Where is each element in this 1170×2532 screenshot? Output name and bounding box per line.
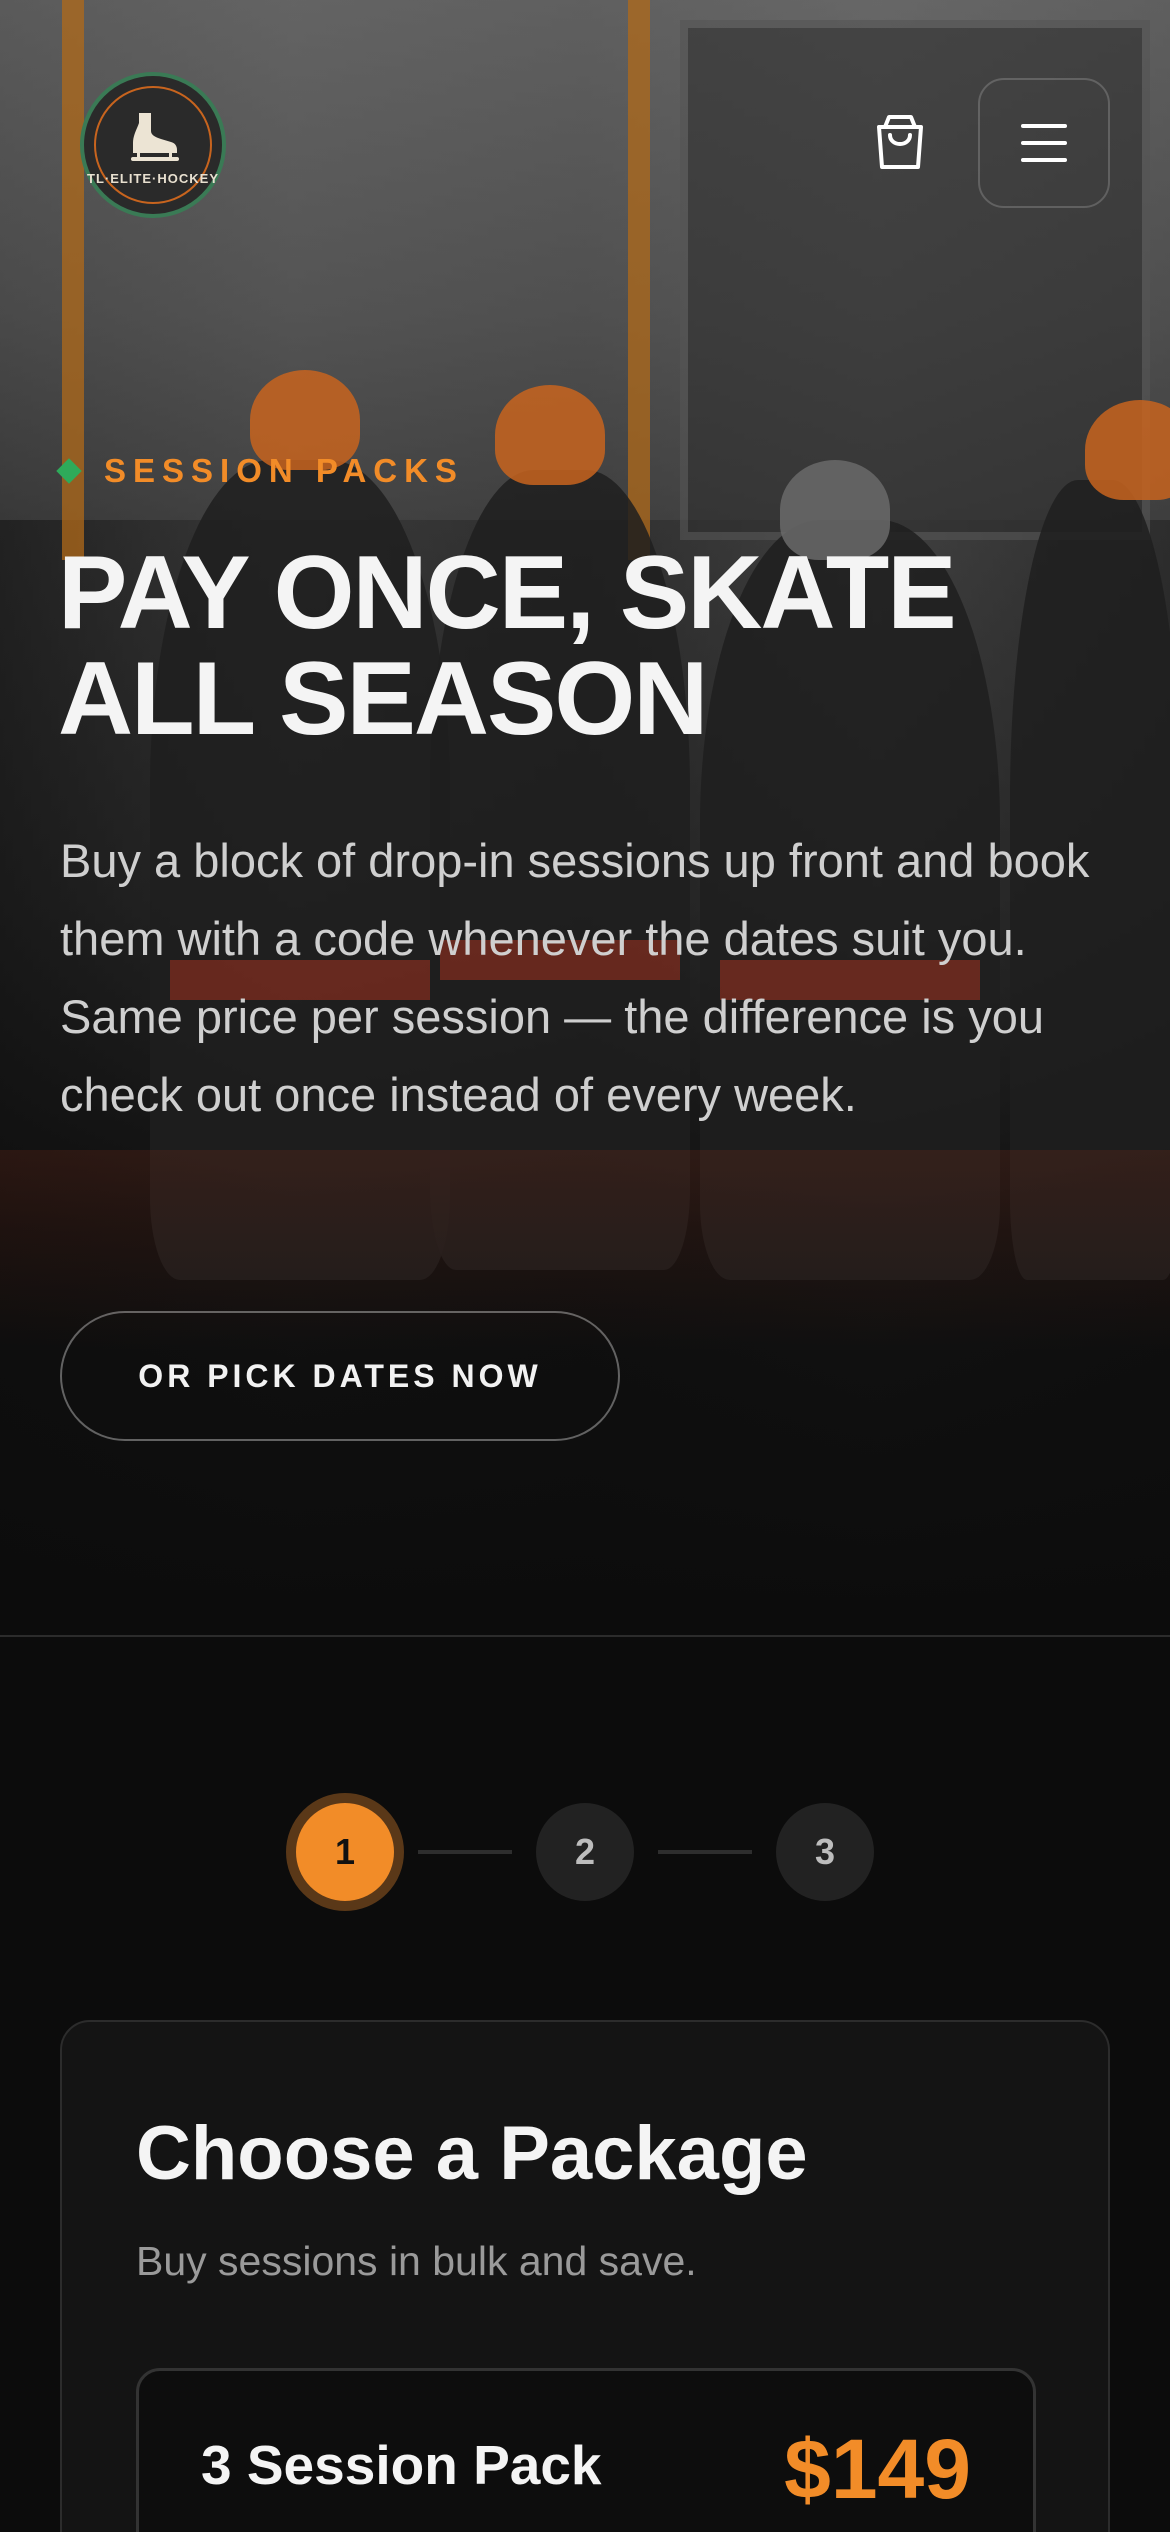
package-price: $149 [784, 2422, 971, 2516]
eyebrow-text: SESSION PACKS [104, 452, 464, 489]
eyebrow: SESSION PACKS [56, 452, 464, 490]
hero-background-post [628, 0, 650, 560]
page-title: PAY ONCE, SKATE ALL SEASON [58, 535, 957, 757]
menu-button[interactable] [978, 78, 1110, 208]
package-subtitle: Buy sessions in bulk and save. [136, 2238, 697, 2284]
shopping-bag-icon [877, 115, 923, 169]
checkout-stepper: 1 2 3 [0, 1793, 1170, 1913]
hero-description: Buy a block of drop-in sessions up front… [60, 834, 1090, 1121]
hero-photo-helmet [495, 385, 605, 485]
site-logo[interactable]: TL·ELITE·HOCKEY [80, 72, 226, 218]
cart-button[interactable] [868, 110, 932, 174]
package-option[interactable]: 3 Session Pack $149 [136, 2368, 1036, 2532]
logo-ring: TL·ELITE·HOCKEY [87, 86, 218, 204]
hamburger-icon [1021, 124, 1067, 162]
step-1[interactable]: 1 [286, 1793, 404, 1911]
step-connector [658, 1850, 752, 1854]
package-title: Choose a Package [136, 2111, 808, 2196]
step-3[interactable]: 3 [776, 1803, 874, 1901]
pick-dates-button[interactable]: OR PICK DATES NOW [60, 1311, 620, 1441]
logo-text: TL·ELITE·HOCKEY [87, 170, 219, 186]
section-divider [0, 1635, 1170, 1637]
package-name: 3 Session Pack [201, 2434, 602, 2496]
step-2[interactable]: 2 [536, 1803, 634, 1901]
skate-icon [131, 112, 179, 161]
diamond-icon [56, 458, 82, 484]
step-connector [418, 1850, 512, 1854]
package-card: Choose a Package Buy sessions in bulk an… [60, 2020, 1110, 2532]
